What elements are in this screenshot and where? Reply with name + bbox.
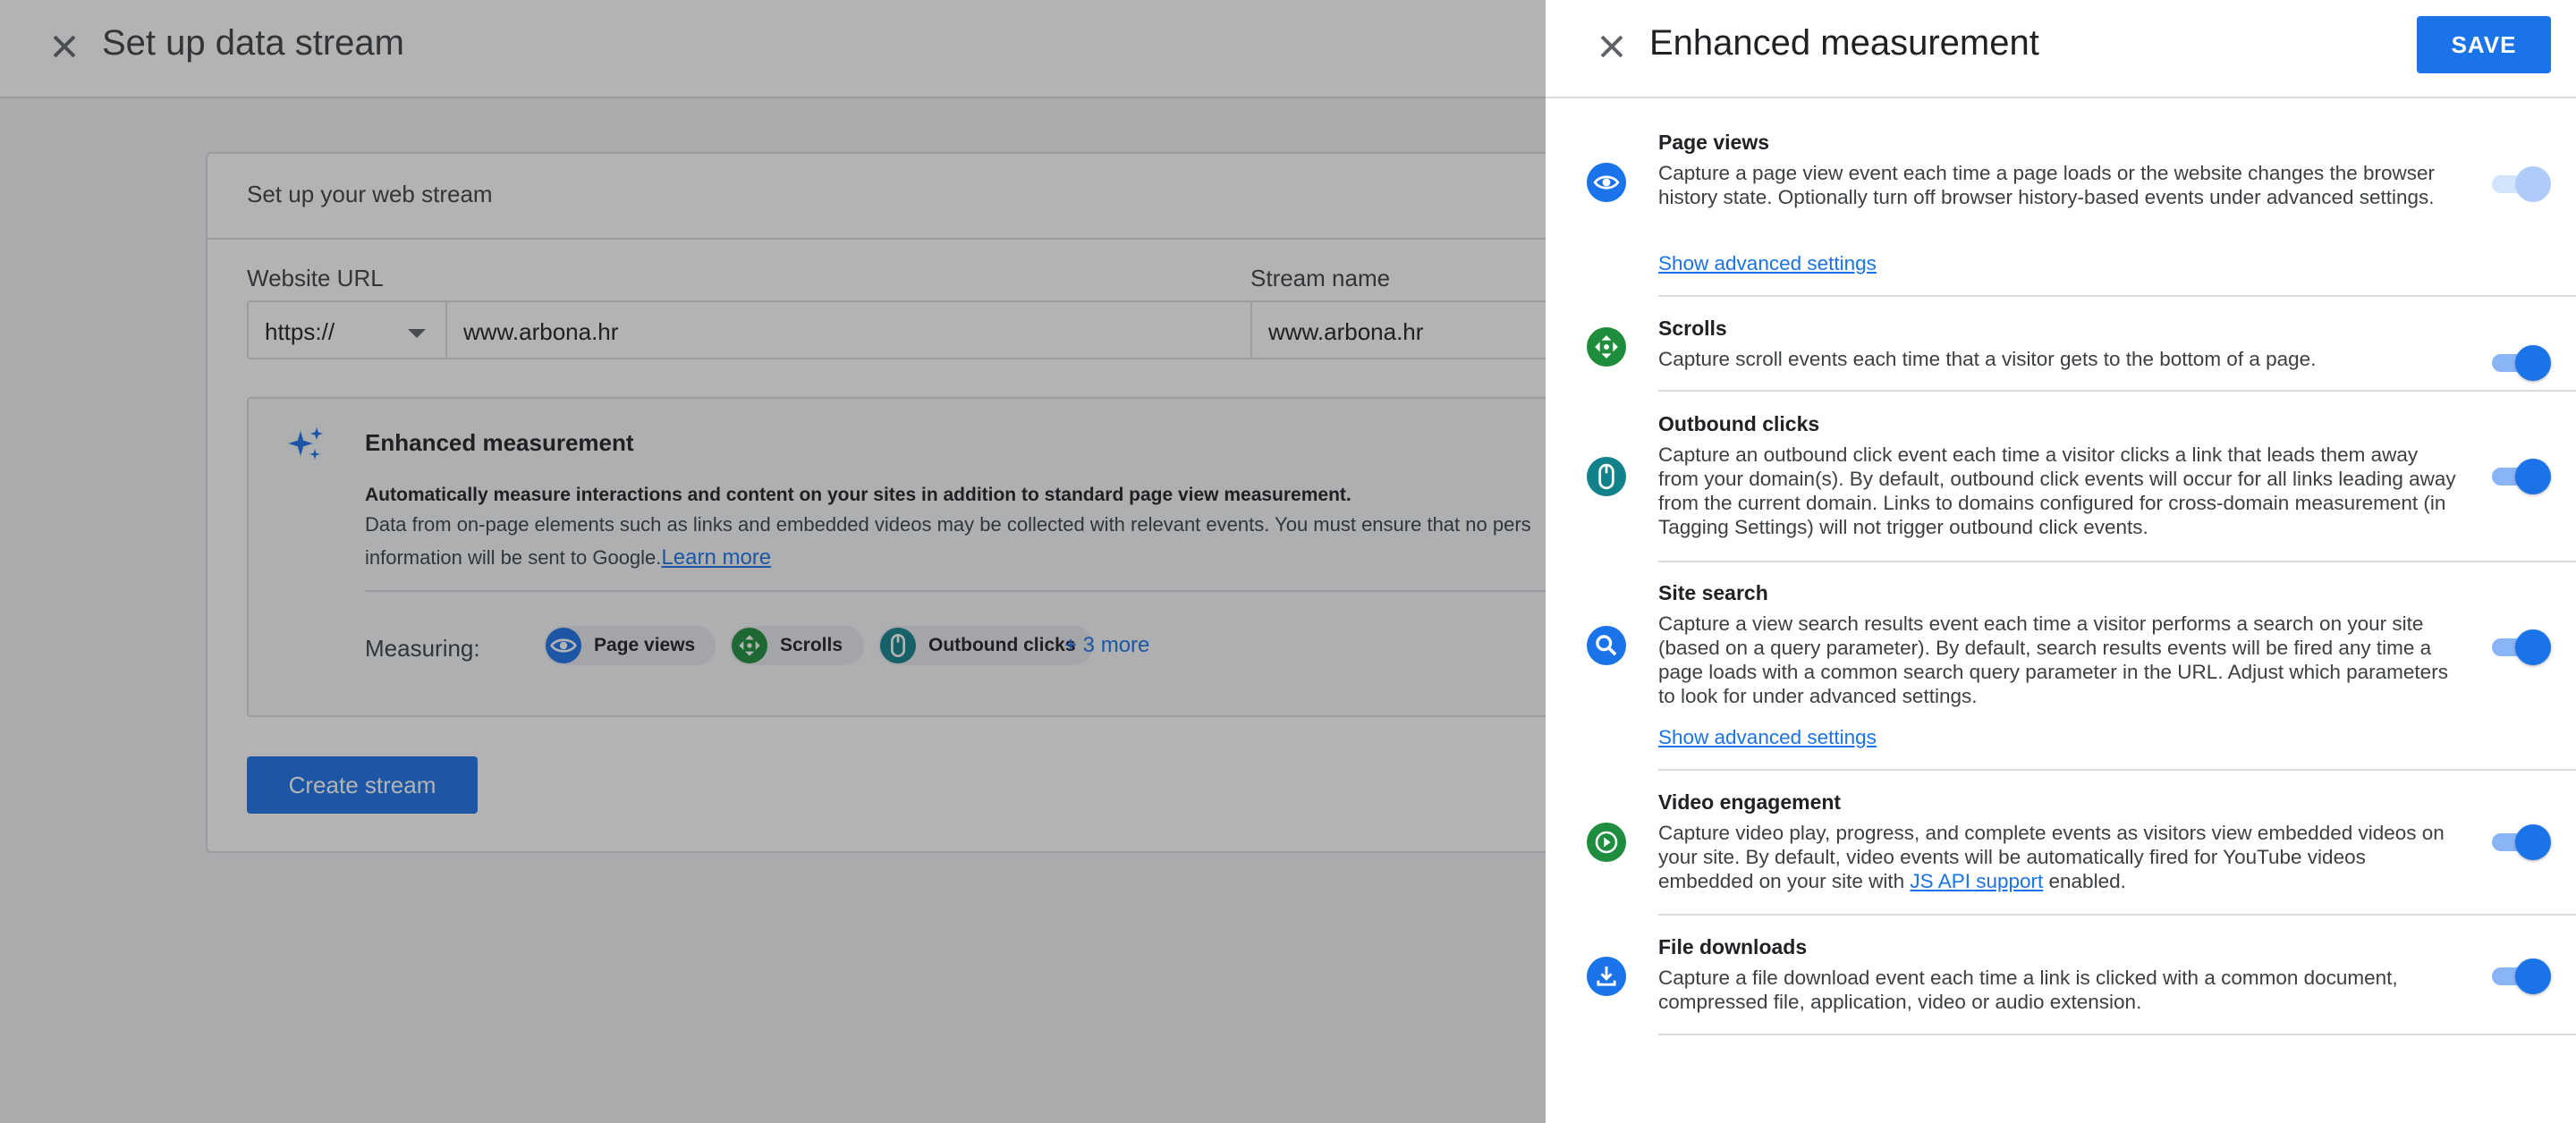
setting-description: Capture scroll events each time that a v… [1658, 348, 2317, 370]
divider [1658, 295, 2576, 297]
outbound-clicks-toggle[interactable] [2488, 457, 2551, 496]
video-engagement-toggle[interactable] [2488, 823, 2551, 862]
search-icon [1587, 626, 1626, 665]
setting-title: Page views [1658, 131, 1770, 154]
divider [1658, 1034, 2576, 1035]
toggle-knob [2515, 824, 2551, 860]
desc-text: enabled. [2043, 870, 2126, 892]
setting-description: Capture a file download event each time … [1658, 967, 2398, 1013]
close-icon[interactable] [1592, 27, 1631, 66]
setting-description: Capture a view search results event each… [1658, 612, 2448, 707]
enhanced-measurement-panel: Enhanced measurement SAVE Page views Cap… [1546, 0, 2576, 1123]
js-api-support-link[interactable]: JS API support [1910, 870, 2043, 892]
setting-description: Capture an outbound click event each tim… [1658, 443, 2456, 538]
download-icon [1587, 957, 1626, 996]
show-advanced-settings-link[interactable]: Show advanced settings [1658, 252, 1877, 275]
toggle-knob [2515, 345, 2551, 381]
toggle-knob [2515, 629, 2551, 665]
show-advanced-settings-link[interactable]: Show advanced settings [1658, 726, 1877, 749]
toggle-knob [2515, 459, 2551, 494]
setting-description: Capture a page view event each time a pa… [1658, 162, 2436, 208]
panel-header: Enhanced measurement SAVE [1546, 0, 2576, 98]
site-search-toggle[interactable] [2488, 628, 2551, 667]
mouse-icon [1587, 457, 1626, 496]
toggle-knob [2515, 166, 2551, 202]
file-downloads-toggle[interactable] [2488, 957, 2551, 996]
divider [1658, 561, 2576, 562]
setting-description: Capture video play, progress, and comple… [1658, 821, 2463, 893]
save-button[interactable]: SAVE [2417, 16, 2551, 73]
setting-title: File downloads [1658, 935, 1808, 958]
setting-title: Outbound clicks [1658, 412, 1820, 435]
page-views-toggle[interactable] [2488, 165, 2551, 204]
play-icon [1587, 823, 1626, 862]
setting-title: Video engagement [1658, 790, 1842, 814]
divider [1658, 390, 2576, 392]
setting-title: Site search [1658, 581, 1768, 604]
panel-title: Enhanced measurement [1649, 23, 2039, 63]
modal-scrim[interactable] [0, 0, 1546, 1123]
setting-title: Scrolls [1658, 317, 1727, 340]
divider [1658, 769, 2576, 771]
eye-icon [1587, 163, 1626, 202]
toggle-knob [2515, 958, 2551, 994]
scrolls-toggle[interactable] [2488, 343, 2551, 383]
scroll-arrows-icon [1587, 327, 1626, 367]
divider [1658, 914, 2576, 916]
